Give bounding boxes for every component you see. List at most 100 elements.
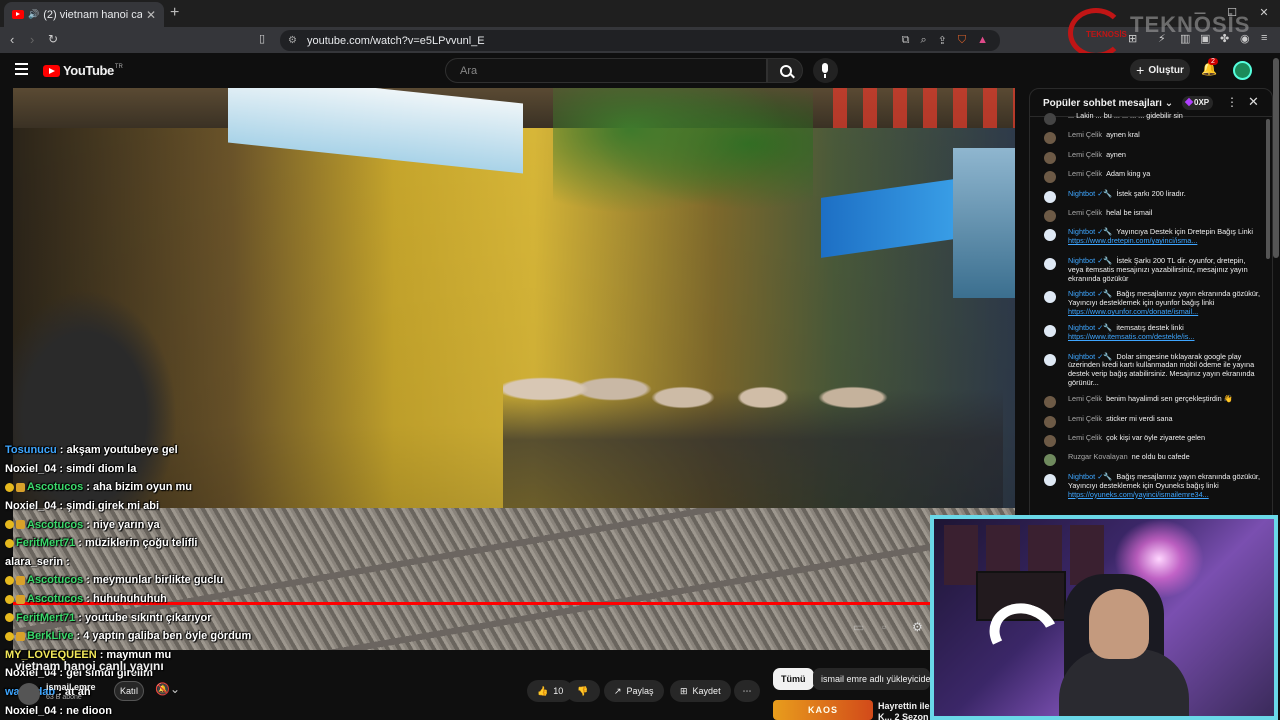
create-button[interactable]: + Oluştur [1130, 59, 1190, 81]
channel-name[interactable]: ismail emre [46, 682, 96, 692]
chat-message[interactable]: Lemi Çelik benim hayalimdi sen gerçekleşt… [1030, 394, 1266, 409]
chat-message[interactable]: Nightbot ✓🔧 Dolar simgesine tıklayarak go… [1030, 352, 1266, 389]
settings-gear-icon[interactable]: ⚙ [912, 620, 923, 634]
chat-author-avatar[interactable] [1044, 257, 1056, 270]
tab-close-icon[interactable]: ✕ [146, 8, 156, 22]
chat-author-avatar[interactable] [1044, 171, 1056, 184]
dislike-button[interactable]: 👎 [566, 680, 600, 702]
chat-author-avatar[interactable] [1044, 190, 1056, 203]
chat-message[interactable]: Lemi Çelik aynen kral [1030, 130, 1266, 145]
chat-message-link[interactable]: https://www.oyunfor.com/donate/ismail... [1068, 307, 1198, 316]
reload-icon[interactable]: ↻ [48, 32, 58, 46]
chat-author-avatar[interactable] [1044, 291, 1056, 304]
chat-author-name[interactable]: Nightbot ✓🔧 [1068, 189, 1112, 198]
chat-message[interactable]: Lemi Çelik aynen [1030, 150, 1266, 164]
chat-author-name[interactable]: Lemi Çelik [1068, 208, 1102, 217]
speaker-icon[interactable]: 🔊 [28, 9, 39, 20]
share-icon[interactable]: ⇪ [938, 34, 947, 47]
youtube-logo[interactable]: YouTube TR [43, 63, 123, 78]
chat-author-avatar[interactable] [1044, 132, 1056, 145]
chat-author-avatar[interactable] [1044, 229, 1056, 242]
overlay-chat-text: : müziklerin çoğu telifli [78, 537, 198, 550]
join-button[interactable]: Katıl [114, 681, 144, 701]
chat-message-link[interactable]: https://www.itemsatis.com/destekle/is... [1068, 332, 1195, 341]
chat-author-avatar[interactable] [1044, 151, 1056, 164]
chat-message[interactable]: Lemi Çelik sticker mi verdi sana [1030, 414, 1266, 428]
chat-message-text: Yayıncıya Destek için Dretepin Bağış Lin… [1116, 227, 1253, 237]
browser-tab-active[interactable]: 🔊 (2) vietnam hanoi canlı yayını ✕ [4, 2, 164, 27]
chat-message[interactable]: Ruzgar Kovalayan ne oldu bu cafede [1030, 452, 1266, 467]
forward-arrow-icon[interactable]: › [30, 32, 34, 47]
hamburger-menu-icon[interactable] [15, 63, 28, 75]
chat-author-name[interactable]: Lemi Çelik [1068, 414, 1102, 423]
share-button[interactable]: ↗ Paylaş [604, 680, 664, 702]
shield-icon[interactable]: ⛉ [958, 34, 966, 47]
chat-message-link[interactable]: https://www.dretepin.com/yayinci/isma... [1068, 236, 1197, 245]
chat-author-avatar[interactable] [1044, 210, 1056, 223]
chat-author-name[interactable]: Nightbot ✓🔧 [1068, 472, 1112, 481]
bookmark-icon[interactable]: ▯ [259, 32, 265, 45]
chat-message[interactable]: Nightbot ✓🔧 Bağış mesajlarınız yayın ekra… [1030, 290, 1266, 317]
chat-author-avatar[interactable] [1044, 415, 1056, 428]
chat-author-name[interactable]: Nightbot ✓🔧 [1068, 256, 1112, 265]
chat-author-name[interactable]: Ruzgar Kovalayan [1068, 452, 1128, 461]
chat-author-avatar[interactable] [1044, 353, 1056, 366]
subtitles-icon[interactable]: ▭ [853, 620, 864, 634]
mini-player-icon[interactable]: ▫ [882, 620, 886, 634]
more-actions-button[interactable]: ⋯ [734, 680, 760, 702]
chat-mode-dropdown[interactable]: Popüler sohbet mesajları ⌄ [1043, 98, 1173, 109]
chat-author-name[interactable]: Nightbot ✓🔧 [1068, 352, 1112, 361]
chat-message[interactable]: Lemi Çelik Adam king ya [1030, 169, 1266, 184]
recommended-title[interactable]: Hayrettin ile K... 2 Sezon 1 Bölüm | Kao… [878, 701, 938, 720]
chat-message[interactable]: Nightbot ✓🔧 İstek Şarkı 200 TL dir. oyunf… [1030, 256, 1266, 284]
chat-author-name[interactable]: Lemi Çelik [1068, 169, 1102, 178]
url-field[interactable]: ⚙ youtube.com/watch?v=e5LPvvunl_E ⧉ ⌕ ⇪ … [280, 30, 1000, 51]
chat-message[interactable]: Nightbot ✓🔧 itemsatış destek linki https:… [1030, 323, 1266, 342]
chat-message-link[interactable]: https://oyuneks.com/yayinci/ismailemre34… [1068, 490, 1209, 499]
chat-message-text: aynen kral [1106, 130, 1140, 140]
chat-options-kebab-icon[interactable]: ⋮ [1226, 95, 1238, 109]
warning-icon[interactable]: ▲ [977, 34, 988, 47]
save-button[interactable]: ⊞ Kaydet [670, 680, 731, 702]
filter-chip-all[interactable]: Tümü [773, 668, 814, 690]
xp-badge[interactable]: 0XP [1182, 96, 1214, 110]
chat-scrollbar[interactable] [1266, 119, 1270, 259]
search-input[interactable]: Ara [445, 58, 767, 83]
zoom-icon[interactable]: ⌕ [920, 34, 926, 47]
channel-avatar[interactable] [18, 683, 40, 705]
chat-author-name[interactable]: Lemi Çelik [1068, 150, 1102, 159]
page-scrollbar[interactable] [1273, 58, 1279, 258]
chat-author-avatar[interactable] [1044, 325, 1056, 338]
chat-author-name[interactable]: Lemi Çelik [1068, 394, 1102, 403]
chat-message[interactable]: ... Lakin ... bu ... ... ... ... gidebil… [1030, 111, 1266, 125]
like-count: 10 [553, 686, 564, 696]
site-info-icon[interactable]: ⚙ [288, 35, 297, 46]
chat-message[interactable]: Lemi Çelik çok kişi var öyle ziyarete gel… [1030, 433, 1266, 447]
chat-author-avatar[interactable] [1044, 113, 1056, 125]
chat-author-name[interactable]: Lemi Çelik [1068, 433, 1102, 442]
new-tab-button[interactable]: + [170, 4, 179, 22]
chat-author-avatar[interactable] [1044, 454, 1056, 467]
chat-author-name[interactable]: Nightbot ✓🔧 [1068, 289, 1112, 299]
chat-close-icon[interactable]: ✕ [1248, 94, 1259, 110]
notifications-bell-icon[interactable]: 🔔 2 [1201, 58, 1218, 77]
search-button[interactable] [767, 58, 803, 83]
user-avatar[interactable] [1233, 61, 1252, 80]
chat-message[interactable]: Lemi Çelik helal be ismail [1030, 208, 1266, 223]
chat-author-avatar[interactable] [1044, 396, 1056, 409]
notification-settings-icon[interactable]: 🔕⌄ [155, 682, 180, 696]
chat-author-avatar[interactable] [1044, 434, 1056, 447]
chat-message[interactable]: Nightbot ✓🔧 İstek şarkı 200 liradır. [1030, 189, 1266, 203]
chat-author-name[interactable]: Nightbot ✓🔧 [1068, 323, 1112, 332]
chat-message[interactable]: Nightbot ✓🔧 Yayıncıya Destek için Dretepi… [1030, 227, 1266, 246]
open-in-new-icon[interactable]: ⧉ [902, 34, 910, 47]
recommended-thumbnail[interactable]: KAOS [773, 700, 873, 720]
filter-chip-uploader[interactable]: ismail emre adlı yükleyiciden [813, 668, 930, 690]
back-arrow-icon[interactable]: ‹ [10, 32, 14, 47]
overlay-chat-text: : niye yarın ya [86, 518, 160, 531]
chat-message[interactable]: Nightbot ✓🔧 Bağış mesajlarınız yayın ekra… [1030, 472, 1266, 500]
voice-search-mic-icon[interactable] [813, 58, 838, 83]
chat-author-name[interactable]: Nightbot ✓🔧 [1068, 227, 1112, 236]
chat-author-avatar[interactable] [1044, 473, 1056, 486]
chat-author-name[interactable]: Lemi Çelik [1068, 130, 1102, 139]
